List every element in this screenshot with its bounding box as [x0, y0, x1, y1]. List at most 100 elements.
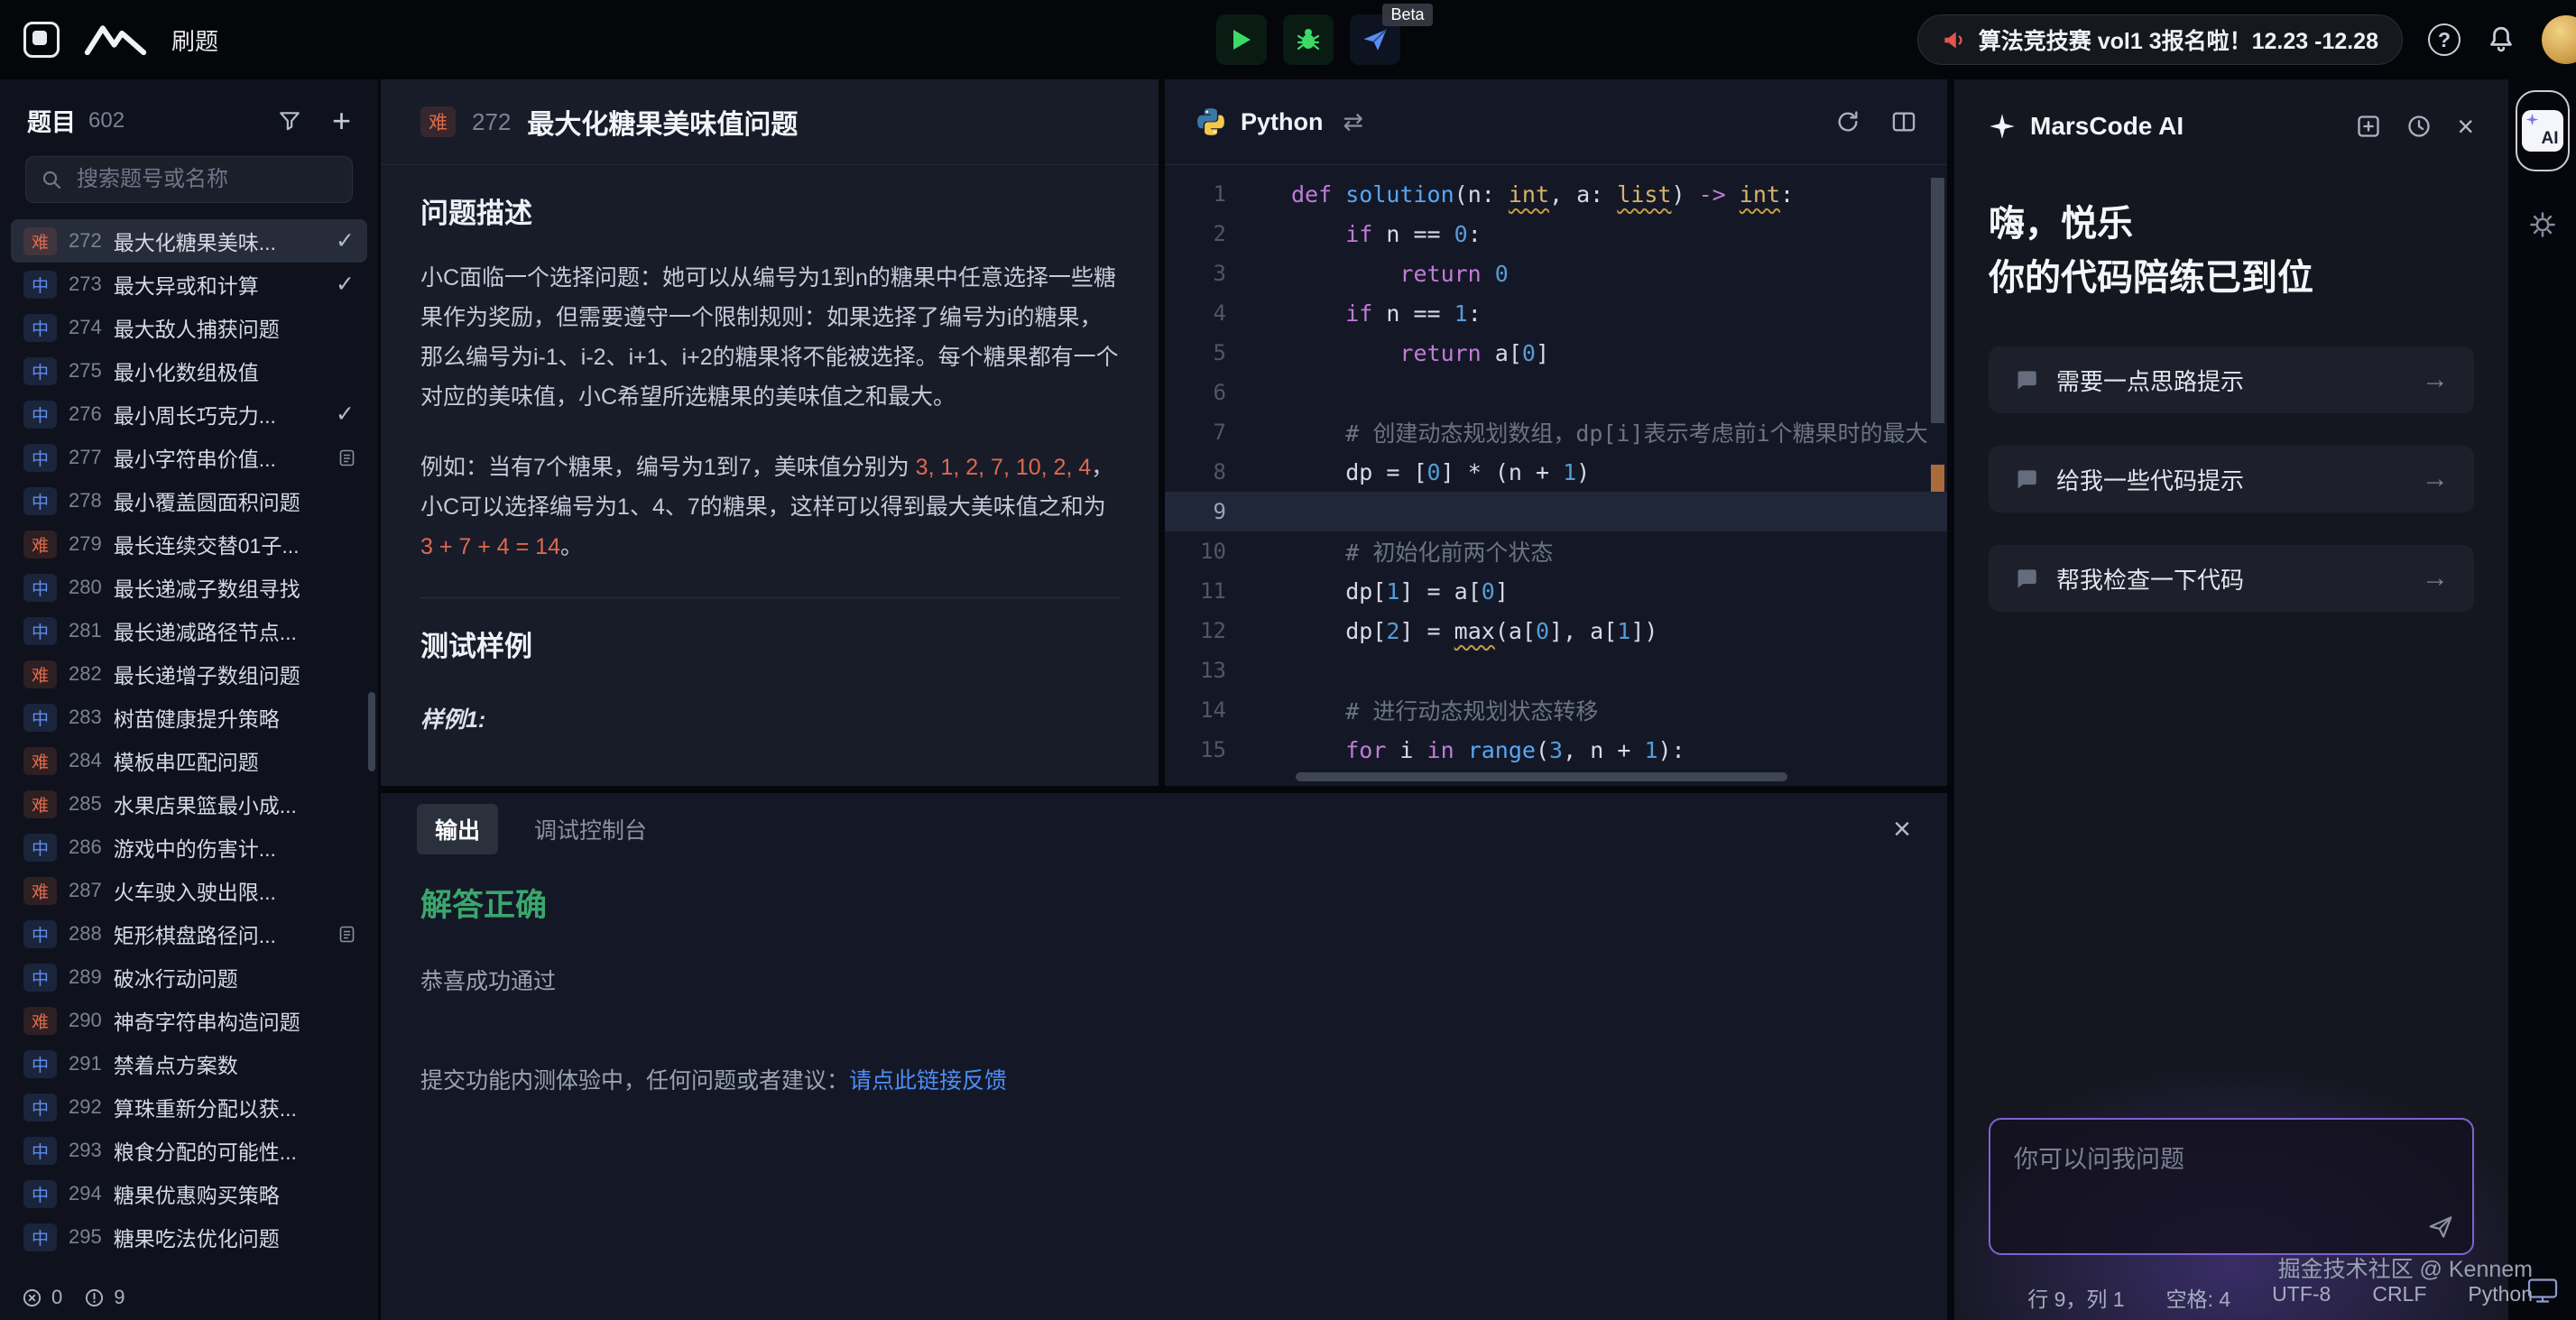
- problem-list-item[interactable]: 中276最小周长巧克力...✓: [11, 392, 367, 436]
- ai-suggestion-card[interactable]: 需要一点思路提示→: [1989, 346, 2474, 413]
- marscode-ai-tool-button[interactable]: AI: [2516, 90, 2570, 171]
- search-icon: [41, 169, 62, 190]
- top-bar: 刷题 Beta: [0, 0, 2576, 79]
- community-watermark: 掘金技术社区 @ Kennem: [2278, 1251, 2533, 1284]
- ai-input-box[interactable]: [1989, 1118, 2474, 1255]
- ai-suggestion-label: 给我一些代码提示: [2056, 463, 2244, 496]
- code-text: dp[1] = a[0]: [1266, 578, 1509, 605]
- search-box[interactable]: [25, 156, 353, 203]
- code-line[interactable]: 2 if n == 0:: [1165, 214, 1947, 254]
- difficulty-badge: 难: [23, 227, 57, 255]
- close-icon[interactable]: ×: [1893, 814, 1911, 845]
- section-divider: [420, 597, 1119, 598]
- difficulty-badge: 难: [420, 106, 456, 137]
- tab-output[interactable]: 输出: [417, 804, 498, 854]
- help-button[interactable]: ?: [2428, 23, 2461, 56]
- code-area[interactable]: 1def solution(n: int, a: list) -> int:2 …: [1165, 165, 1947, 786]
- code-line[interactable]: 8 dp = [0] * (n + 1): [1165, 452, 1947, 492]
- feedback-link[interactable]: 请点此链接反馈: [849, 1068, 1007, 1094]
- problem-list-item[interactable]: 中278最小覆盖圆面积问题: [11, 479, 367, 522]
- run-button[interactable]: [1216, 14, 1267, 65]
- problem-title: 粮食分配的可能性...: [114, 1135, 355, 1166]
- problem-list-item[interactable]: 中289破冰行动问题: [11, 955, 367, 999]
- ai-suggestion-card[interactable]: 帮我检查一下代码→: [1989, 545, 2474, 612]
- difficulty-badge: 中: [23, 704, 57, 732]
- arrow-right-icon: →: [2422, 464, 2449, 494]
- code-line[interactable]: 12 dp[2] = max(a[0], a[1]): [1165, 611, 1947, 651]
- close-icon[interactable]: ×: [2457, 112, 2474, 141]
- user-avatar[interactable]: [2542, 15, 2576, 64]
- problem-title: 最长递减路径节点...: [114, 615, 355, 646]
- code-line[interactable]: 6: [1165, 373, 1947, 412]
- submit-button[interactable]: Beta: [1350, 14, 1400, 65]
- ai-greeting-line1: 嗨，悦乐: [1989, 197, 2474, 251]
- problem-list-item[interactable]: 难285水果店果篮最小成...: [11, 782, 367, 826]
- problem-list-item[interactable]: 难279最长连续交替01子...: [11, 522, 367, 566]
- notification-bell-icon[interactable]: [2486, 24, 2516, 55]
- new-chat-icon[interactable]: [2356, 114, 2381, 139]
- difficulty-badge: 中: [23, 314, 57, 342]
- problem-list-item[interactable]: 中292算珠重新分配以获...: [11, 1085, 367, 1129]
- code-line[interactable]: 11 dp[1] = a[0]: [1165, 571, 1947, 611]
- code-line[interactable]: 4 if n == 1:: [1165, 293, 1947, 333]
- code-line[interactable]: 5 return a[0]: [1165, 333, 1947, 373]
- tab-debug-console[interactable]: 调试控制台: [534, 813, 647, 845]
- reset-code-icon[interactable]: [1835, 109, 1860, 134]
- problem-list-item[interactable]: 中295糖果吃法优化问题: [11, 1215, 367, 1259]
- code-line[interactable]: 15 for i in range(3, n + 1):: [1165, 730, 1947, 770]
- language-mode[interactable]: Python: [2468, 1282, 2533, 1313]
- problem-list-item[interactable]: 中277最小字符串价值...: [11, 436, 367, 479]
- problem-title: 最大化糖果美味...: [114, 226, 324, 256]
- code-line[interactable]: 1def solution(n: int, a: list) -> int:: [1165, 174, 1947, 214]
- indent-setting[interactable]: 空格: 4: [2166, 1282, 2231, 1313]
- code-line[interactable]: 9: [1165, 492, 1947, 531]
- problem-list-item[interactable]: 难290神奇字符串构造问题: [11, 999, 367, 1042]
- code-line[interactable]: 3 return 0: [1165, 254, 1947, 293]
- problem-list-item[interactable]: 中274最大敌人捕获问题: [11, 306, 367, 349]
- problem-list-item[interactable]: 中288矩形棋盘路径问...: [11, 912, 367, 955]
- code-line[interactable]: 14 # 进行动态规划状态转移: [1165, 690, 1947, 730]
- problem-list-item[interactable]: 中291禁着点方案数: [11, 1042, 367, 1085]
- debug-button[interactable]: [1283, 14, 1334, 65]
- problem-list-item[interactable]: 中293粮食分配的可能性...: [11, 1129, 367, 1172]
- split-view-icon[interactable]: [1891, 109, 1916, 134]
- sidebar-scrollbar[interactable]: [368, 692, 375, 771]
- announcement-banner[interactable]: 算法竞技赛 vol1 3报名啦！12.23 -12.28: [1917, 14, 2403, 65]
- problem-title: 最小周长巧克力...: [114, 399, 324, 429]
- problem-list-item[interactable]: 中273最大异或和计算✓: [11, 263, 367, 306]
- problem-list-item[interactable]: 难272最大化糖果美味...✓: [11, 219, 367, 263]
- encoding[interactable]: UTF-8: [2272, 1282, 2331, 1313]
- gear-icon[interactable]: [2529, 211, 2556, 238]
- history-icon[interactable]: [2406, 114, 2432, 139]
- language-switch-icon[interactable]: ⇄: [1343, 108, 1364, 136]
- search-input[interactable]: [75, 166, 358, 193]
- editor-horizontal-scrollbar[interactable]: [1296, 772, 1787, 781]
- problem-list-item[interactable]: 中283树苗健康提升策略: [11, 696, 367, 739]
- problem-list-item[interactable]: 难287火车驶入驶出限...: [11, 869, 367, 912]
- ai-suggestion-card[interactable]: 给我一些代码提示 →: [1989, 446, 2474, 512]
- problem-list-item[interactable]: 中294糖果优惠购买策略: [11, 1172, 367, 1215]
- problem-list-item[interactable]: 中281最长递减路径节点...: [11, 609, 367, 652]
- workspace-logo-icon[interactable]: [23, 22, 60, 58]
- code-line[interactable]: 10 # 初始化前两个状态: [1165, 531, 1947, 571]
- problem-list-item[interactable]: 中286游戏中的伤害计...: [11, 826, 367, 869]
- cursor-position[interactable]: 行 9，列 1: [2027, 1282, 2124, 1313]
- result-title: 解答正确: [420, 880, 1907, 926]
- code-line[interactable]: 7 # 创建动态规划数组，dp[i]表示考虑前i个糖果时的最大: [1165, 412, 1947, 452]
- problem-list-item[interactable]: 中275最小化数组极值: [11, 349, 367, 392]
- problem-list-item[interactable]: 难282最长递增子数组问题: [11, 652, 367, 696]
- ai-input[interactable]: [2012, 1138, 2451, 1219]
- marscode-logo-icon[interactable]: [83, 24, 148, 55]
- send-icon[interactable]: [2427, 1214, 2454, 1241]
- problem-list-item[interactable]: 难284模板串匹配问题: [11, 739, 367, 782]
- editor-vertical-scrollbar[interactable]: [1931, 178, 1944, 423]
- code-text: # 创建动态规划数组，dp[i]表示考虑前i个糖果时的最大: [1266, 416, 1928, 448]
- eol-setting[interactable]: CRLF: [2372, 1282, 2426, 1313]
- filter-icon[interactable]: [278, 109, 301, 133]
- problem-title: 禁着点方案数: [114, 1048, 355, 1079]
- problem-list-item[interactable]: 中280最长递减子数组寻找: [11, 566, 367, 609]
- problem-number: 287: [69, 879, 102, 902]
- add-problem-button[interactable]: +: [332, 105, 351, 137]
- result-subtitle: 恭喜成功通过: [420, 964, 1907, 996]
- code-line[interactable]: 13: [1165, 651, 1947, 690]
